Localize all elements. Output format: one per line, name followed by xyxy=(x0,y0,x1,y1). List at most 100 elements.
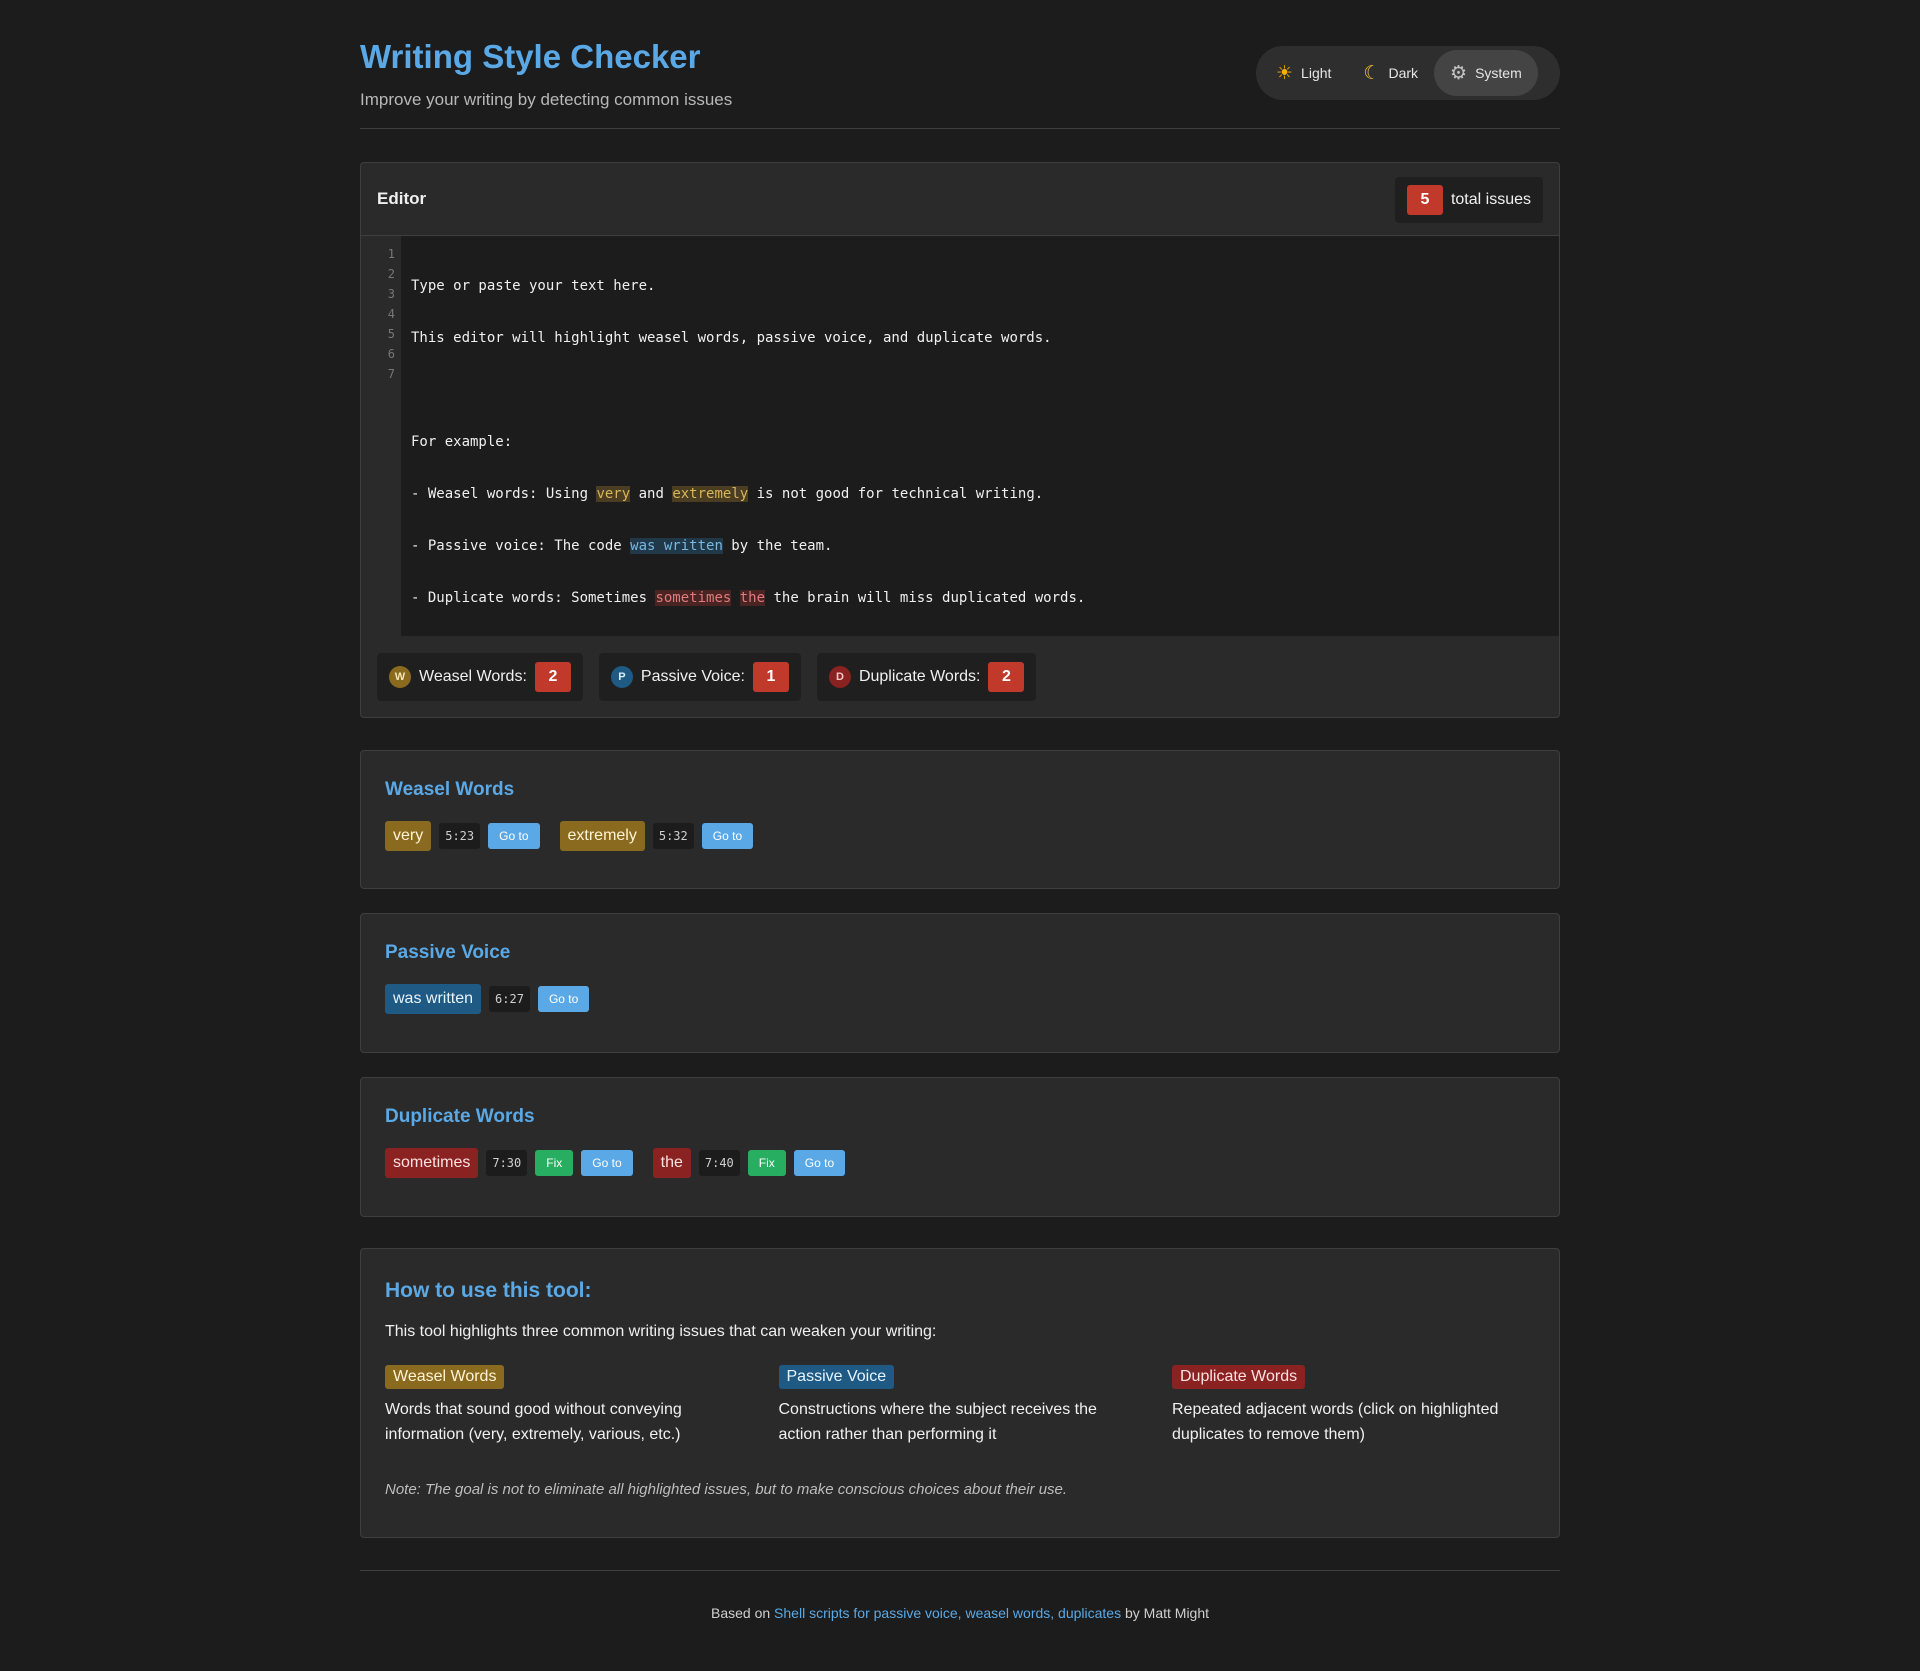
duplicate-words-section: Duplicate Words sometimes 7:30 Fix Go to… xyxy=(360,1077,1560,1217)
passive-section-title: Passive Voice xyxy=(385,942,511,963)
passive-description: Constructions where the subject receives… xyxy=(778,1401,1097,1443)
issue-word: the xyxy=(652,1148,691,1178)
duplicate-section-title: Duplicate Words xyxy=(385,1106,535,1127)
weasel-issue-list: very 5:23 Go to extremely 5:32 Go to xyxy=(385,821,773,851)
sun-icon: ☀ xyxy=(1276,62,1294,84)
duplicate-description: Repeated adjacent words (click on highli… xyxy=(1172,1401,1499,1443)
theme-dark-button[interactable]: ☾ Dark xyxy=(1347,50,1434,96)
footer-prefix: Based on xyxy=(710,1605,775,1621)
passive-stat-count: 1 xyxy=(752,662,789,692)
line-number: 3 xyxy=(387,287,395,301)
how-to-columns: Weasel Words Words that sound good witho… xyxy=(385,1365,1537,1447)
editor-card: Editor 5 total issues 1 2 3 4 5 6 7 Type… xyxy=(360,162,1560,718)
goto-button[interactable]: Go to xyxy=(537,986,590,1012)
weasel-tag: Weasel Words xyxy=(385,1365,505,1389)
editor-line: Type or paste your text here. xyxy=(411,278,656,294)
passive-highlight[interactable]: was written xyxy=(630,538,723,554)
passive-voice-section: Passive Voice was written 6:27 Go to xyxy=(360,913,1560,1053)
page-subtitle: Improve your writing by detecting common… xyxy=(360,90,733,109)
line-number: 7 xyxy=(387,367,395,381)
total-issues-count: 5 xyxy=(1406,185,1443,215)
editor-line: - Weasel words: Using very and extremely… xyxy=(411,484,1559,504)
duplicate-stat-count: 2 xyxy=(988,662,1025,692)
weasel-description: Words that sound good without conveying … xyxy=(385,1401,682,1443)
editor-header: Editor 5 total issues xyxy=(361,163,1559,236)
weasel-highlight[interactable]: very xyxy=(596,486,631,502)
theme-light-button[interactable]: ☀ Light xyxy=(1260,50,1347,96)
duplicate-issue-list: sometimes 7:30 Fix Go to the 7:40 Fix Go… xyxy=(385,1148,865,1178)
weasel-icon: W xyxy=(389,666,411,688)
editor-line: - Duplicate words: Sometimes sometimes t… xyxy=(411,588,1559,608)
page-header: Writing Style Checker Improve your writi… xyxy=(360,0,1560,129)
passive-icon: P xyxy=(610,666,633,688)
weasel-issue: very 5:23 Go to xyxy=(385,821,540,851)
fix-button[interactable]: Fix xyxy=(535,1150,574,1176)
duplicate-issue: the 7:40 Fix Go to xyxy=(652,1148,846,1178)
page-title: Writing Style Checker xyxy=(360,38,701,75)
weasel-stat: W Weasel Words: 2 xyxy=(377,653,583,701)
weasel-section-title: Weasel Words xyxy=(385,779,515,800)
weasel-stat-count: 2 xyxy=(534,662,571,692)
issue-word: very xyxy=(385,821,432,851)
line-number-gutter: 1 2 3 4 5 6 7 xyxy=(361,236,401,636)
how-to-intro: This tool highlights three common writin… xyxy=(385,1323,937,1340)
weasel-highlight[interactable]: extremely xyxy=(672,486,749,502)
text-editor[interactable]: 1 2 3 4 5 6 7 Type or paste your text he… xyxy=(361,236,1559,636)
goto-button[interactable]: Go to xyxy=(793,1150,846,1176)
theme-system-label: System xyxy=(1475,65,1522,81)
passive-tag: Passive Voice xyxy=(778,1365,895,1389)
theme-light-label: Light xyxy=(1301,65,1332,81)
weasel-stat-label: Weasel Words: xyxy=(419,668,527,685)
app-container: Writing Style Checker Improve your writi… xyxy=(360,0,1560,1621)
theme-system-button[interactable]: ⚙ System xyxy=(1434,50,1538,96)
goto-button[interactable]: Go to xyxy=(581,1150,633,1176)
line-text: - Duplicate words: Sometimes xyxy=(411,590,656,606)
duplicate-stat: D Duplicate Words: 2 xyxy=(816,653,1037,701)
line-number: 2 xyxy=(387,267,395,281)
total-issues-badge: 5 total issues xyxy=(1394,177,1543,223)
page-footer: Based on Shell scripts for passive voice… xyxy=(360,1570,1560,1621)
how-to-duplicate: Duplicate Words Repeated adjacent words … xyxy=(1172,1365,1537,1447)
line-number: 6 xyxy=(387,347,395,361)
editor-line: This editor will highlight weasel words,… xyxy=(411,330,1052,346)
passive-issue: was written 6:27 Go to xyxy=(385,984,590,1014)
passive-stat-label: Passive Voice: xyxy=(640,668,745,685)
line-number: 5 xyxy=(387,327,395,341)
line-text: - Weasel words: Using xyxy=(411,486,597,502)
how-to-weasel: Weasel Words Words that sound good witho… xyxy=(385,1365,750,1447)
passive-stat: P Passive Voice: 1 xyxy=(598,653,801,701)
editor-title: Editor xyxy=(377,189,427,208)
editor-text[interactable]: Type or paste your text here. This edito… xyxy=(401,236,1559,636)
footer-link[interactable]: Shell scripts for passive voice, weasel … xyxy=(774,1605,1121,1621)
passive-issue-list: was written 6:27 Go to xyxy=(385,984,609,1014)
duplicate-highlight[interactable]: sometimes xyxy=(655,590,732,606)
line-number: 1 xyxy=(387,247,395,261)
issue-position: 7:30 xyxy=(486,1150,528,1176)
weasel-words-section: Weasel Words very 5:23 Go to extremely 5… xyxy=(360,750,1560,889)
goto-button[interactable]: Go to xyxy=(488,823,540,849)
issue-position: 5:23 xyxy=(439,823,481,849)
issue-word: was written xyxy=(385,984,482,1014)
line-text: the brain will miss duplicated words. xyxy=(765,590,1086,606)
moon-icon: ☾ xyxy=(1363,62,1381,84)
how-to-section: How to use this tool: This tool highligh… xyxy=(360,1248,1560,1538)
duplicate-stat-label: Duplicate Words: xyxy=(858,668,981,685)
fix-button[interactable]: Fix xyxy=(747,1150,786,1176)
footer-suffix: by Matt Might xyxy=(1121,1605,1210,1621)
duplicate-highlight[interactable]: the xyxy=(739,590,766,606)
theme-dark-label: Dark xyxy=(1388,65,1419,81)
how-to-title: How to use this tool: xyxy=(385,1279,592,1302)
goto-button[interactable]: Go to xyxy=(701,823,754,849)
issue-word: extremely xyxy=(559,821,645,851)
duplicate-issue: sometimes 7:30 Fix Go to xyxy=(385,1148,633,1178)
issue-position: 7:40 xyxy=(698,1150,740,1176)
total-issues-label: total issues xyxy=(1450,191,1531,208)
line-text: and xyxy=(630,486,673,502)
issue-position: 6:27 xyxy=(489,986,530,1012)
duplicate-icon: D xyxy=(828,666,851,688)
weasel-issue: extremely 5:32 Go to xyxy=(559,821,754,851)
how-to-passive: Passive Voice Constructions where the su… xyxy=(778,1365,1144,1447)
editor-line: - Passive voice: The code was written by… xyxy=(411,536,1559,556)
line-text xyxy=(731,590,739,606)
